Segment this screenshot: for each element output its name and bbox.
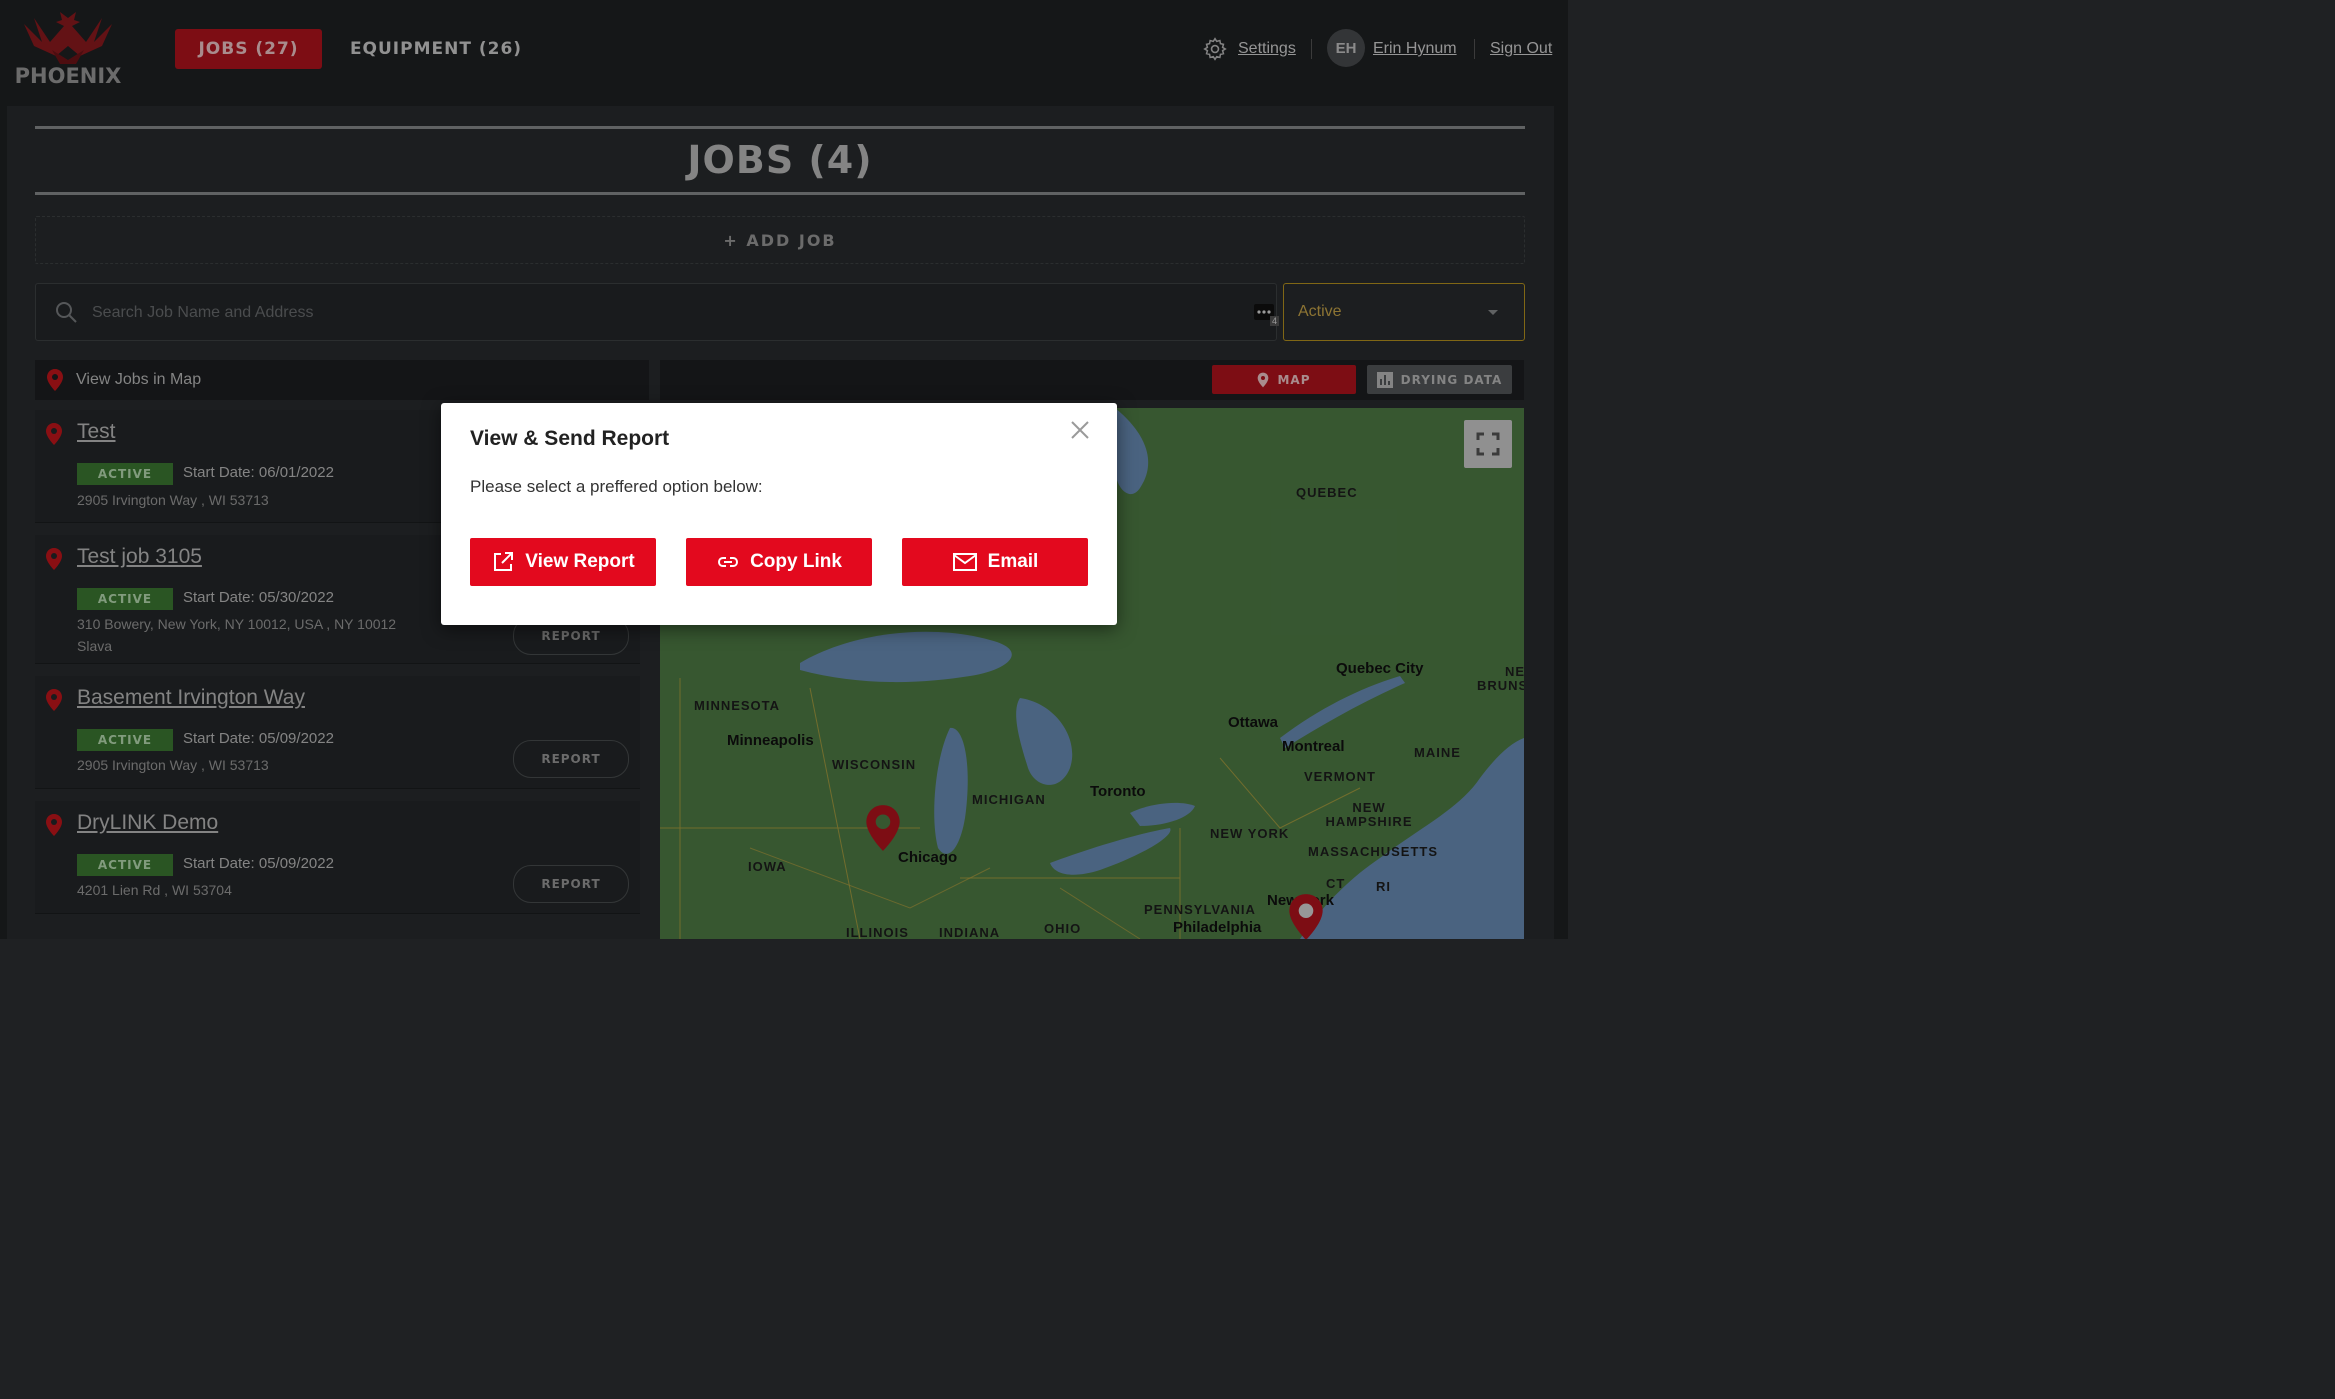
envelope-icon [952,553,977,571]
copy-link-label: Copy Link [750,551,842,572]
email-button[interactable]: Email [902,538,1088,586]
external-link-icon [494,552,514,571]
modal-subtitle: Please select a preffered option below: [470,477,763,496]
view-report-button[interactable]: View Report [470,538,656,586]
link-icon [718,557,739,567]
copy-link-button[interactable]: Copy Link [686,538,872,586]
view-send-report-modal: View & Send Report Please select a preff… [441,403,1117,625]
email-label: Email [987,551,1039,572]
modal-title: View & Send Report [470,427,670,450]
view-report-label: View Report [525,551,635,572]
close-icon[interactable] [1069,419,1091,441]
